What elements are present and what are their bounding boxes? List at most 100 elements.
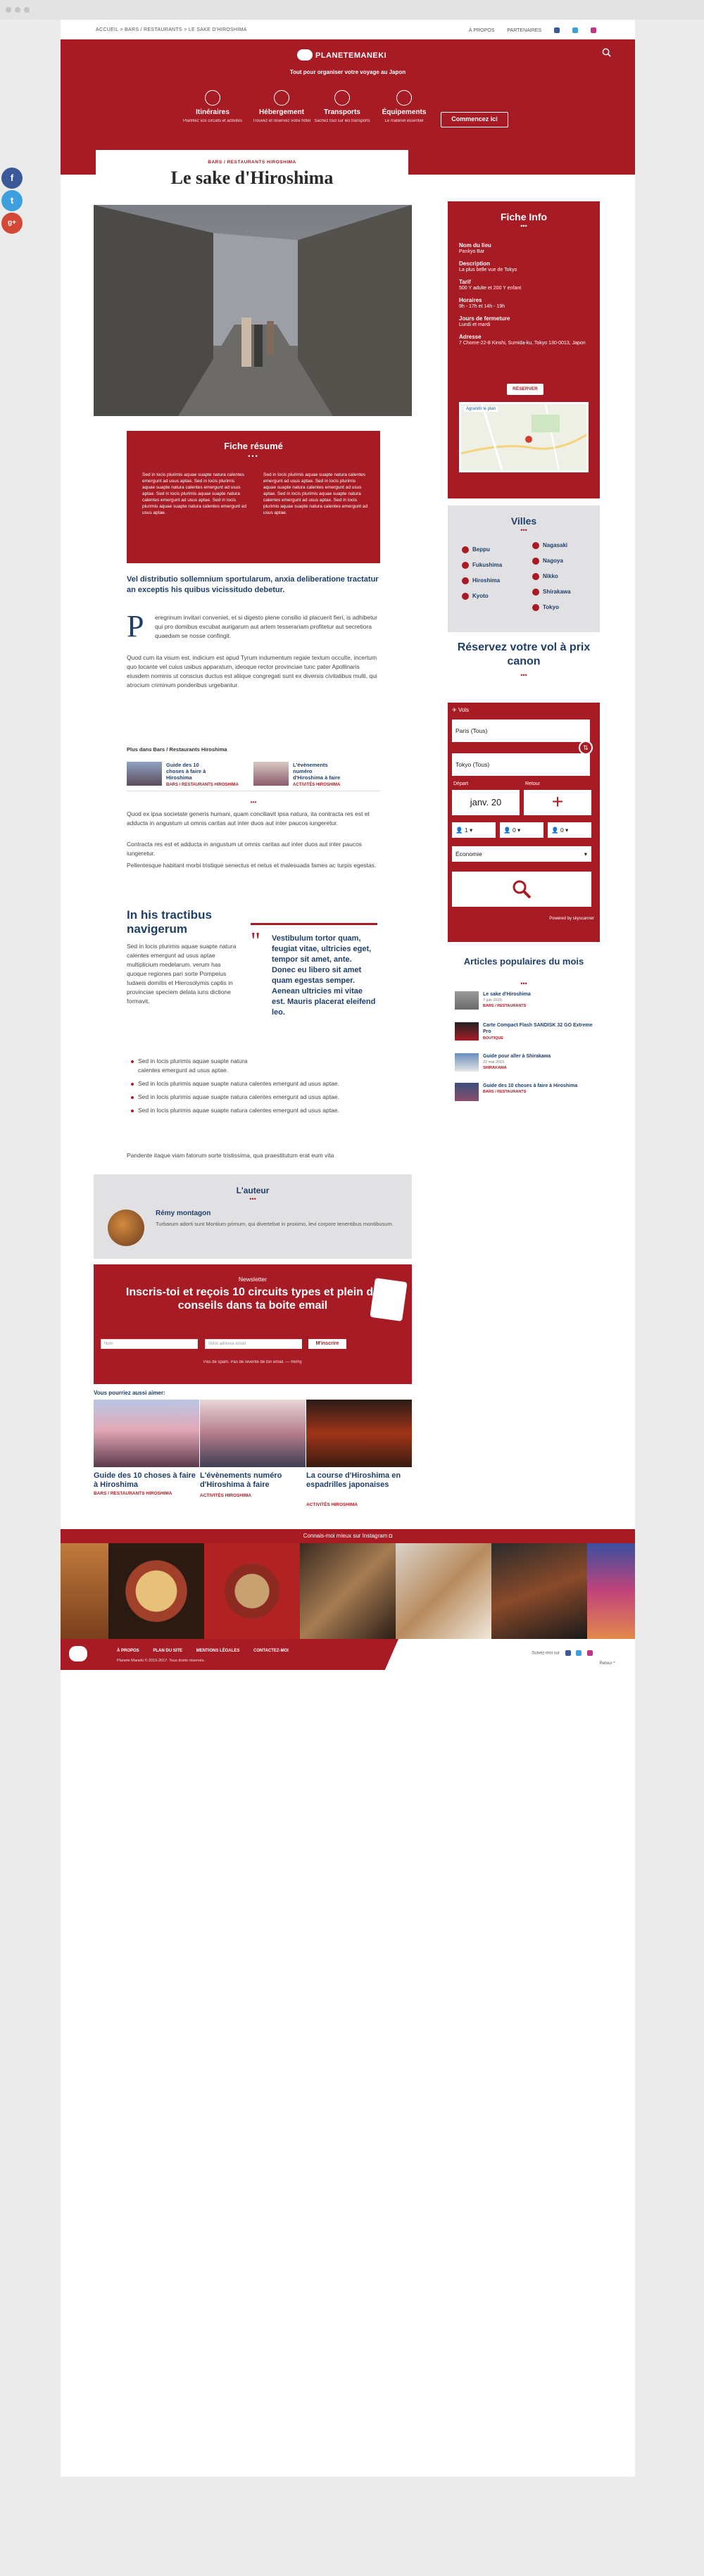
search-flights-button[interactable]: [452, 872, 591, 907]
share-facebook-button[interactable]: f: [1, 168, 23, 189]
start-here-button[interactable]: Commencez ici: [441, 112, 508, 127]
suggestion-category[interactable]: ACTIVITÉS HIROSHIMA: [306, 1502, 358, 1507]
article-category[interactable]: BARS / RESTAURANTS HIROSHIMA: [96, 160, 408, 165]
logo-text: PLANETEMANEKI: [315, 51, 387, 60]
instagram-icon[interactable]: [587, 1650, 593, 1656]
city-link-kyoto[interactable]: Kyoto: [462, 593, 489, 600]
suggestion-image[interactable]: [200, 1400, 306, 1467]
instagram-photo[interactable]: [396, 1543, 491, 1639]
breadcrumb[interactable]: ACCUEIL > BARS / RESTAURANTS > LE SAKE D…: [96, 27, 247, 32]
popular-article[interactable]: Guide des 10 choses à faire à Hiroshima …: [455, 1083, 600, 1104]
dropcap: P: [127, 609, 144, 643]
instagram-photo[interactable]: [204, 1543, 300, 1639]
city-link-beppu[interactable]: Beppu: [462, 546, 490, 553]
email-field[interactable]: Votre adresse email: [205, 1339, 302, 1349]
popular-article[interactable]: Le sake d'Hiroshima 7 juin 2015 BARS / R…: [455, 991, 600, 1012]
suggestion-title[interactable]: La course d'Hiroshima en espadrilles jap…: [306, 1471, 412, 1490]
dots-divider: •••: [520, 672, 527, 679]
city-link-shirakawa[interactable]: Shirakawa: [532, 589, 571, 596]
browser-chrome: [0, 0, 704, 20]
suggestion-image[interactable]: [94, 1400, 199, 1467]
popular-article[interactable]: Guide pour aller à Shirakawa 22 mai 2015…: [455, 1053, 600, 1074]
share-twitter-button[interactable]: t: [1, 190, 23, 211]
instagram-photo[interactable]: [587, 1543, 635, 1639]
info-row: Horaires 9h - 17h et 14h - 19h: [459, 297, 505, 309]
footer-link-legal[interactable]: MENTIONS LÉGALES: [196, 1649, 240, 1653]
suggestion-image[interactable]: [306, 1400, 412, 1467]
adults-select[interactable]: 👤 1 ▾: [452, 822, 496, 838]
share-google-button[interactable]: g+: [1, 213, 23, 234]
nav-itineraires[interactable]: Itinéraires Planifiez vos circuits et ac…: [177, 90, 248, 124]
back-to-top-link[interactable]: Retour ^: [600, 1661, 616, 1666]
skyscanner-credit: Powered by skyscanner: [549, 917, 594, 921]
suggestion-title[interactable]: Guide des 10 choses à faire à Hiroshima: [94, 1471, 199, 1490]
related-thumb[interactable]: [127, 762, 162, 786]
twitter-icon[interactable]: [576, 1650, 582, 1656]
partners-link[interactable]: PARTENAIRES: [507, 28, 541, 33]
train-icon: [334, 90, 350, 106]
newsletter-note: Pas de spam. Pas de revente de ton email…: [203, 1360, 302, 1364]
location-map[interactable]: Agrandir le plan: [459, 402, 589, 472]
flight-promo-heading-box: Réservez votre vol à prix canon •••: [448, 641, 600, 679]
subscribe-button[interactable]: M'inscrire: [308, 1339, 346, 1349]
facebook-icon[interactable]: [565, 1650, 571, 1656]
reserve-button[interactable]: RÉSERVER: [507, 384, 543, 395]
related-title[interactable]: L'évènements numéro d'Hiroshima à faire: [293, 762, 342, 781]
popular-article[interactable]: Carte Compact Flash SANDISK 32 GO Extrem…: [455, 1022, 600, 1043]
related-category[interactable]: ACTIVITÉS HIROSHIMA: [293, 783, 340, 787]
article-title: Le sake d'Hiroshima: [483, 992, 531, 997]
footer-link-contact[interactable]: CONTACTEZ-MOI: [253, 1649, 289, 1653]
from-field[interactable]: Paris (Tous): [452, 720, 590, 742]
footer-logo[interactable]: [69, 1646, 87, 1661]
suggestion-category[interactable]: BARS / RESTAURANTS HIROSHIMA: [94, 1491, 172, 1496]
enlarge-map-link[interactable]: Agrandir le plan: [464, 406, 498, 412]
twitter-icon[interactable]: [572, 27, 579, 33]
nav-equipements[interactable]: Équipements Le matériel essentiel: [369, 90, 439, 124]
nav-title: Transports: [324, 108, 360, 116]
flight-tab[interactable]: ✈ Vols: [452, 707, 469, 713]
instagram-photo[interactable]: [61, 1543, 108, 1639]
nav-title: Hébergement: [259, 108, 304, 116]
city-link-nagoya[interactable]: Nagoya: [532, 558, 563, 565]
pin-icon: [532, 542, 539, 549]
city-link-nikko[interactable]: Nikko: [532, 573, 558, 580]
instagram-icon[interactable]: [591, 27, 596, 33]
instagram-bar[interactable]: Connais-moi mieux sur Instagram ◘: [61, 1529, 635, 1543]
nav-title: Équipements: [382, 108, 427, 116]
villes-box: Villes ••• Beppu Nagasaki Fukushima Nago…: [448, 505, 600, 632]
site-logo[interactable]: PLANETEMANEKI: [297, 48, 403, 65]
name-field[interactable]: Nom: [101, 1339, 198, 1349]
paragraph: Pellentesque habitant morbi tristique se…: [127, 862, 377, 869]
related-category[interactable]: BARS / RESTAURANTS HIROSHIMA: [166, 783, 239, 787]
instagram-photo[interactable]: [300, 1543, 396, 1639]
infants-select[interactable]: 👤 0 ▾: [548, 822, 591, 838]
depart-date-field[interactable]: janv. 20: [452, 790, 520, 815]
city-link-hiroshima[interactable]: Hiroshima: [462, 577, 500, 584]
suggestion-title[interactable]: L'évènements numéro d'Hiroshima à faire: [200, 1471, 306, 1490]
footer-link-about[interactable]: À PROPOS: [117, 1649, 139, 1653]
cabin-select[interactable]: Économie ▾: [452, 846, 591, 862]
city-link-tokyo[interactable]: Tokyo: [532, 604, 559, 611]
search-icon[interactable]: [602, 48, 611, 57]
instagram-icon: ◘: [389, 1533, 393, 1539]
children-select[interactable]: 👤 0 ▾: [500, 822, 543, 838]
related-thumb[interactable]: [253, 762, 289, 786]
instagram-photo[interactable]: [491, 1543, 587, 1639]
footer-link-sitemap[interactable]: PLAN DU SITE: [153, 1649, 182, 1653]
city-link-nagasaki[interactable]: Nagasaki: [532, 542, 567, 549]
popular-articles-heading: Articles populaires du mois: [463, 956, 584, 967]
related-title[interactable]: Guide des 10 choses à faire à Hiroshima: [166, 762, 215, 781]
info-row: Jours de fermeture Lundi et mardi: [459, 315, 510, 327]
instagram-photo[interactable]: [108, 1543, 204, 1639]
nav-subtitle: Sachez tout sur les transports: [314, 119, 370, 123]
about-link[interactable]: À PROPOS: [469, 28, 495, 33]
dots-divider: •••: [520, 527, 527, 534]
nav-transports[interactable]: Transports Sachez tout sur les transport…: [307, 90, 377, 124]
suggestion-category[interactable]: ACTIVITÉS HIROSHIMA: [200, 1493, 251, 1498]
swap-icon[interactable]: ⇅: [579, 741, 593, 755]
city-link-fukushima[interactable]: Fukushima: [462, 562, 502, 569]
add-return-icon[interactable]: +: [524, 790, 591, 815]
facebook-icon[interactable]: [554, 27, 560, 33]
to-field[interactable]: Tokyo (Tous): [452, 753, 590, 776]
nav-hebergement[interactable]: Hébergement Trouvez et réservez votre hô…: [246, 90, 317, 124]
